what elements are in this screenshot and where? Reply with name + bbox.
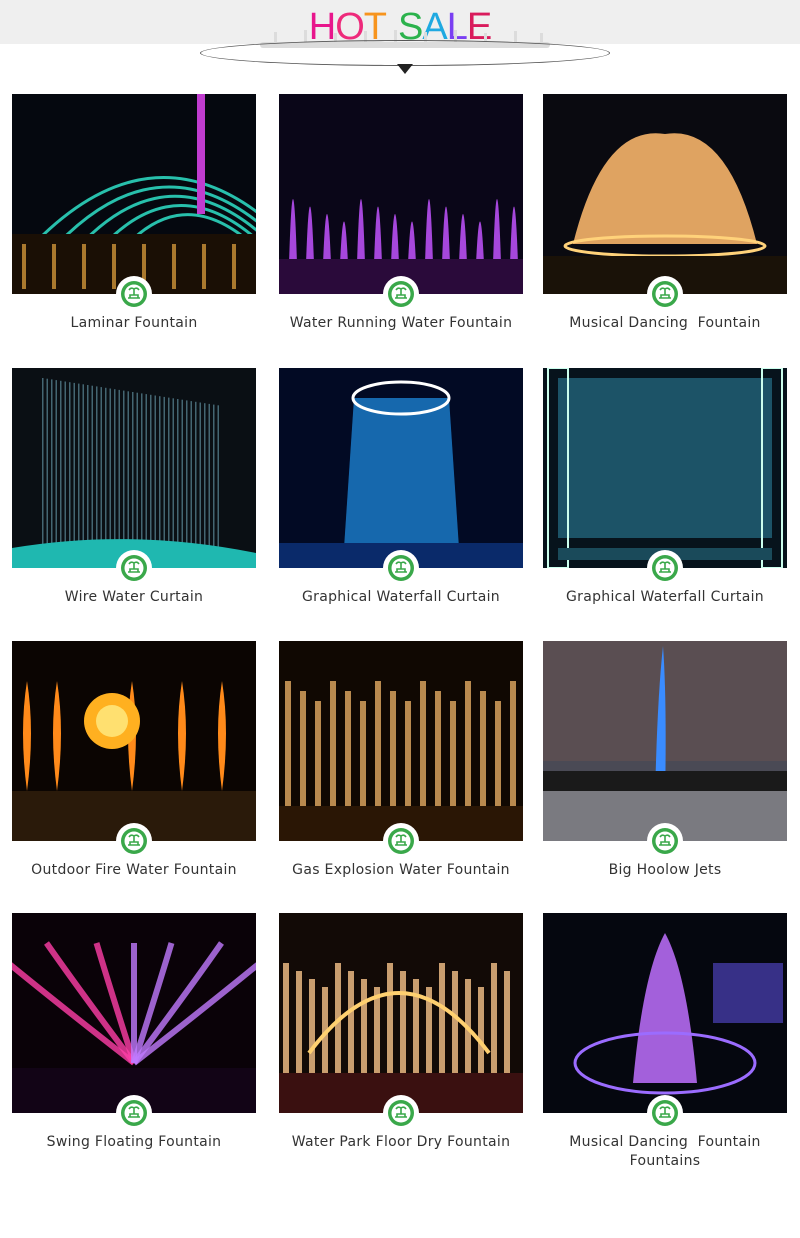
product-image[interactable] <box>12 368 256 568</box>
fountain-badge-icon <box>649 825 681 857</box>
product-image[interactable] <box>543 94 787 294</box>
product-image[interactable] <box>543 368 787 568</box>
product-image[interactable] <box>279 913 523 1113</box>
down-arrow-icon <box>397 64 413 74</box>
product-label[interactable]: Swing Floating Fountain <box>0 1133 276 1152</box>
product-label[interactable]: Graphical Waterfall Curtain <box>523 588 800 607</box>
fountain-badge-icon <box>385 278 417 310</box>
product-image[interactable] <box>279 368 523 568</box>
fountain-badge-icon <box>118 278 150 310</box>
product-label[interactable]: Musical Dancing Fountain <box>523 314 800 333</box>
fountain-badge-icon <box>649 552 681 584</box>
product-label[interactable]: Water Park Floor Dry Fountain <box>259 1133 543 1152</box>
product-image[interactable] <box>12 641 256 841</box>
product-label[interactable]: Laminar Fountain <box>0 314 276 333</box>
fountain-badge-icon <box>649 278 681 310</box>
product-label[interactable]: Wire Water Curtain <box>0 588 276 607</box>
product-image[interactable] <box>12 913 256 1113</box>
fountain-badge-icon <box>118 1097 150 1129</box>
product-label[interactable]: Outdoor Fire Water Fountain <box>0 861 276 880</box>
product-label[interactable]: Graphical Waterfall Curtain <box>259 588 543 607</box>
product-label[interactable]: Water Running Water Fountain <box>259 314 543 333</box>
product-image[interactable] <box>543 913 787 1113</box>
fountain-badge-icon <box>385 552 417 584</box>
fountain-badge-icon <box>118 552 150 584</box>
fountain-badge-icon <box>118 825 150 857</box>
fountain-badge-icon <box>649 1097 681 1129</box>
fountain-badge-icon <box>385 825 417 857</box>
product-label[interactable]: Big Hoolow Jets <box>523 861 800 880</box>
product-image[interactable] <box>543 641 787 841</box>
product-label[interactable]: Gas Explosion Water Fountain <box>259 861 543 880</box>
fountain-badge-icon <box>385 1097 417 1129</box>
title-ellipse-decoration <box>200 40 610 66</box>
product-image[interactable] <box>12 94 256 294</box>
product-label[interactable]: Musical Dancing Fountain Fountains <box>523 1133 800 1171</box>
product-image[interactable] <box>279 641 523 841</box>
product-image[interactable] <box>279 94 523 294</box>
